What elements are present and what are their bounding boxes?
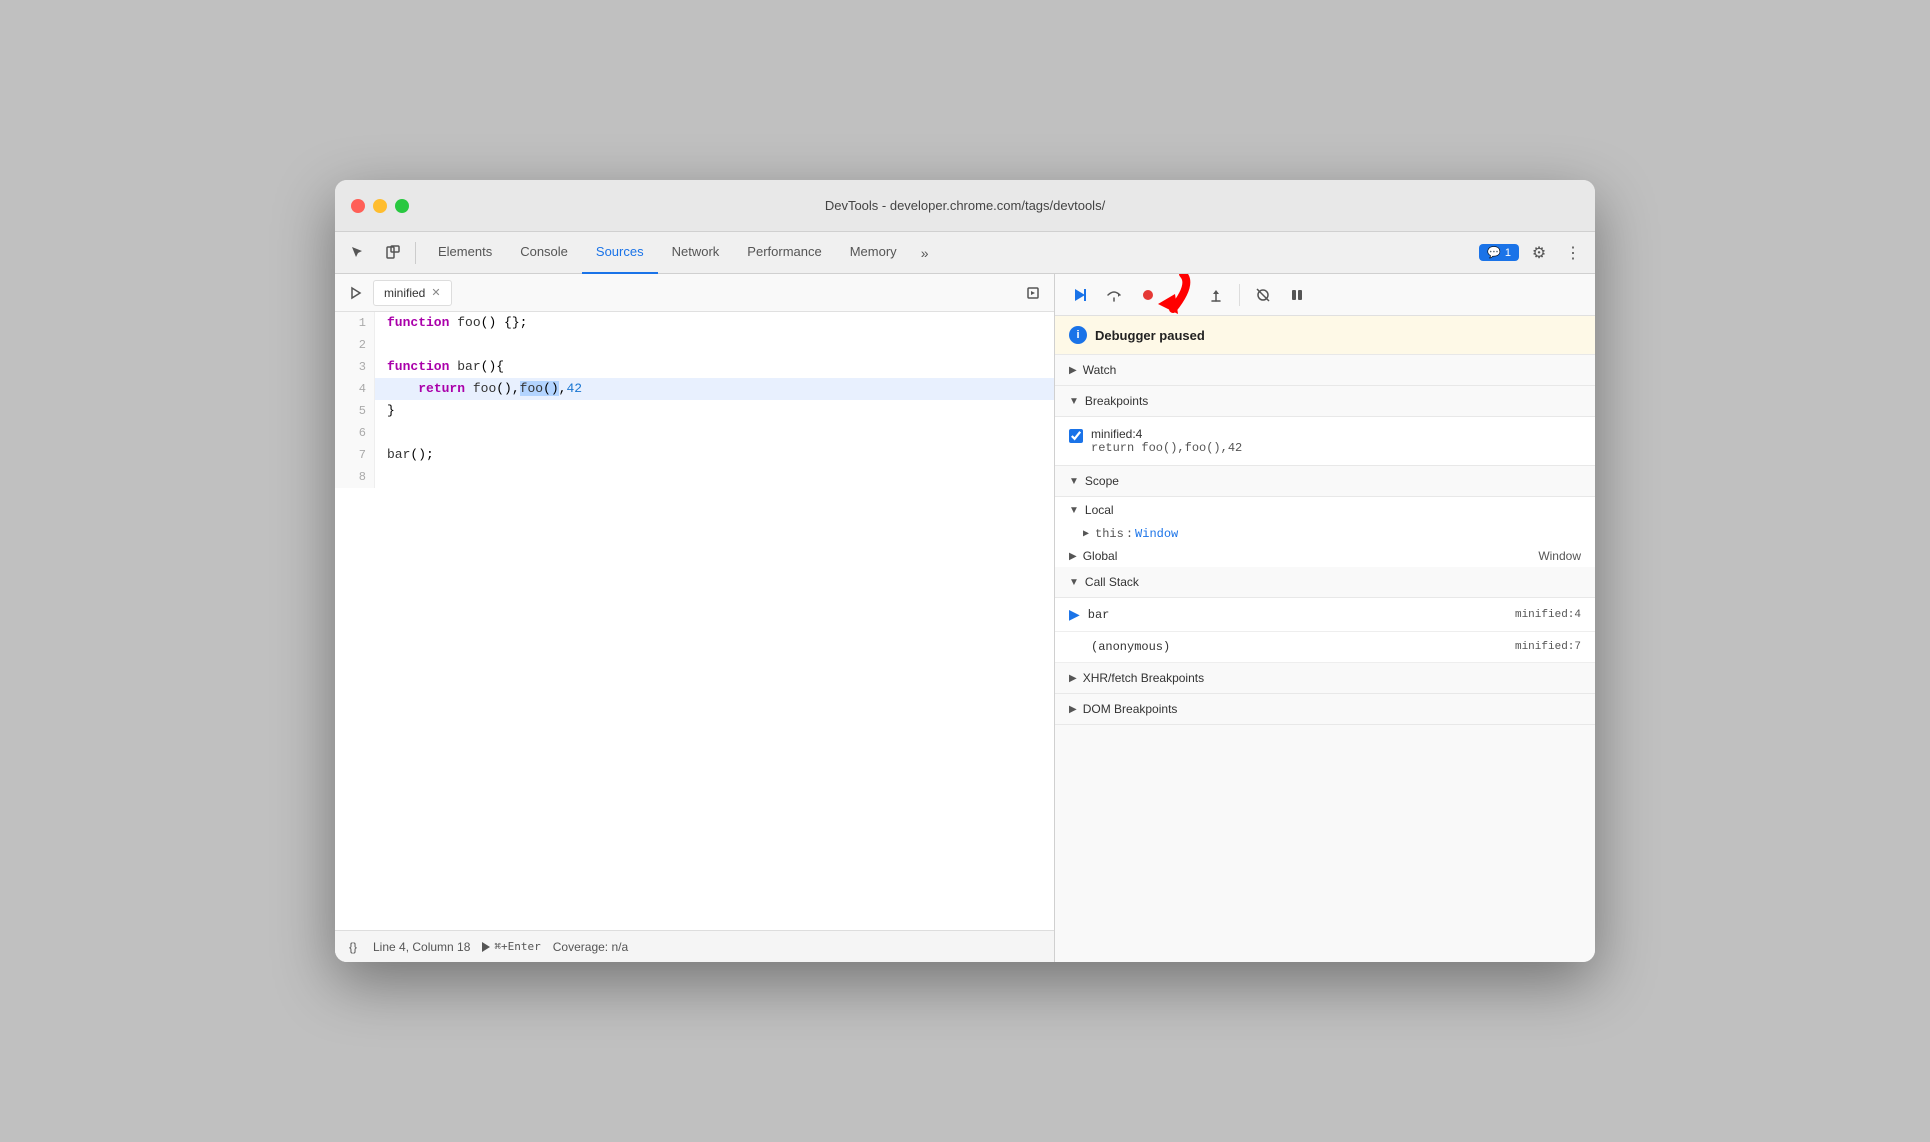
dom-section-header[interactable]: ▶ DOM Breakpoints [1055, 694, 1595, 725]
device-toggle-button[interactable] [377, 238, 407, 268]
deactivate-breakpoints-button[interactable] [1248, 280, 1278, 310]
breakpoint-location: minified:4 [1091, 427, 1242, 441]
chat-badge[interactable]: 💬 1 [1479, 244, 1519, 261]
file-tab-close[interactable]: ✕ [431, 286, 440, 299]
devtools-main: minified ✕ 1 function foo [335, 274, 1595, 962]
maximize-button[interactable] [395, 199, 409, 213]
debugger-paused-banner: i Debugger paused [1055, 316, 1595, 355]
dbg-separator-1 [1239, 284, 1240, 306]
tab-sources[interactable]: Sources [582, 232, 658, 274]
close-button[interactable] [351, 199, 365, 213]
breakpoints-triangle-icon: ▼ [1069, 396, 1079, 407]
scope-content: ▼ Local ▶ this : Window ▶ Global [1055, 497, 1595, 567]
info-icon: i [1069, 326, 1087, 344]
sources-run-button[interactable] [1020, 280, 1046, 306]
breakpoint-info: minified:4 return foo(),foo(),42 [1091, 427, 1242, 455]
xhr-section-header[interactable]: ▶ XHR/fetch Breakpoints [1055, 663, 1595, 694]
watch-section-header[interactable]: ▶ Watch [1055, 355, 1595, 386]
cursor-position: Line 4, Column 18 [373, 940, 470, 954]
scope-triangle-icon: ▼ [1069, 476, 1079, 487]
code-line-4: 4 return foo(),foo(),42 [335, 378, 1054, 400]
title-bar: DevTools - developer.chrome.com/tags/dev… [335, 180, 1595, 232]
pause-exceptions-button[interactable] [1282, 280, 1312, 310]
code-line-2: 2 [335, 334, 1054, 356]
breakpoints-section-header[interactable]: ▼ Breakpoints [1055, 386, 1595, 417]
code-editor[interactable]: 1 function foo() {}; 2 3 function bar(){ [335, 312, 1054, 930]
settings-button[interactable]: ⚙ [1525, 239, 1553, 267]
debugger-toolbar [1055, 274, 1595, 316]
devtools-toolbar: Elements Console Sources Network Perform… [335, 232, 1595, 274]
breakpoints-content: minified:4 return foo(),foo(),42 [1055, 417, 1595, 466]
status-bar: {} Line 4, Column 18 ⌘+Enter Coverage: n… [335, 930, 1054, 962]
call-arrow-icon: ▶ [1069, 606, 1080, 623]
traffic-lights [351, 199, 409, 213]
run-triangle-icon [482, 942, 490, 952]
local-sub-header[interactable]: ▼ Local [1055, 497, 1595, 523]
debugger-toolbar-wrapper [1055, 274, 1595, 316]
devtools-container: Elements Console Sources Network Perform… [335, 232, 1595, 962]
global-scope-item[interactable]: ▶ Global Window [1055, 545, 1595, 567]
paused-text: Debugger paused [1095, 328, 1205, 343]
inspect-button[interactable] [343, 238, 373, 268]
window-title: DevTools - developer.chrome.com/tags/dev… [825, 198, 1105, 213]
call-stack-bar[interactable]: ▶ bar minified:4 [1055, 598, 1595, 632]
toolbar-right: 💬 1 ⚙ ⋮ [1479, 239, 1587, 267]
dom-triangle-icon: ▶ [1069, 704, 1077, 715]
code-line-7: 7 bar(); [335, 444, 1054, 466]
run-keyboard-shortcut: ⌘+Enter [494, 940, 540, 953]
resume-button[interactable] [1065, 280, 1095, 310]
breakpoint-checkbox[interactable] [1069, 429, 1083, 443]
breakpoint-code: return foo(),foo(),42 [1091, 441, 1242, 455]
breakpoint-button[interactable] [1133, 280, 1163, 310]
tab-elements[interactable]: Elements [424, 232, 506, 274]
step-over-button[interactable] [1099, 280, 1129, 310]
step-into-button[interactable] [1167, 280, 1197, 310]
local-triangle-icon: ▼ [1069, 505, 1079, 516]
toolbar-separator [415, 242, 416, 264]
call-stack-content: ▶ bar minified:4 (anonymous) minified:7 [1055, 598, 1595, 663]
call-stack-triangle-icon: ▼ [1069, 577, 1079, 588]
format-icon-item[interactable]: {} [345, 939, 361, 955]
minimize-button[interactable] [373, 199, 387, 213]
coverage-status: Coverage: n/a [553, 940, 628, 954]
scope-section-header[interactable]: ▼ Scope [1055, 466, 1595, 497]
devtools-window: DevTools - developer.chrome.com/tags/dev… [335, 180, 1595, 962]
debugger-panel: i Debugger paused ▶ Watch ▼ Breakpoints [1055, 274, 1595, 962]
sources-nav-button[interactable] [343, 280, 369, 306]
format-icon: {} [345, 939, 361, 955]
tab-navigation: Elements Console Sources Network Perform… [424, 232, 1475, 274]
run-indicator[interactable]: ⌘+Enter [482, 940, 540, 953]
tab-memory[interactable]: Memory [836, 232, 911, 274]
tab-more-button[interactable]: » [911, 239, 939, 267]
this-triangle-icon: ▶ [1083, 528, 1089, 540]
sources-panel: minified ✕ 1 function foo [335, 274, 1055, 962]
step-out-button[interactable] [1201, 280, 1231, 310]
tab-console[interactable]: Console [506, 232, 582, 274]
this-scope-item: ▶ this : Window [1055, 523, 1595, 545]
code-line-3: 3 function bar(){ [335, 356, 1054, 378]
tab-performance[interactable]: Performance [733, 232, 835, 274]
debugger-content: i Debugger paused ▶ Watch ▼ Breakpoints [1055, 316, 1595, 962]
code-line-6: 6 [335, 422, 1054, 444]
watch-triangle-icon: ▶ [1069, 365, 1077, 376]
code-line-8: 8 [335, 466, 1054, 488]
global-triangle-icon: ▶ [1069, 551, 1077, 562]
code-line-5: 5 } [335, 400, 1054, 422]
tab-network[interactable]: Network [658, 232, 734, 274]
breakpoint-item: minified:4 return foo(),foo(),42 [1069, 423, 1581, 459]
call-stack-section-header[interactable]: ▼ Call Stack [1055, 567, 1595, 598]
sources-toolbar: minified ✕ [335, 274, 1054, 312]
call-stack-anonymous[interactable]: (anonymous) minified:7 [1055, 632, 1595, 663]
file-tab[interactable]: minified ✕ [373, 280, 452, 306]
code-line-1: 1 function foo() {}; [335, 312, 1054, 334]
more-button[interactable]: ⋮ [1559, 239, 1587, 267]
xhr-triangle-icon: ▶ [1069, 673, 1077, 684]
